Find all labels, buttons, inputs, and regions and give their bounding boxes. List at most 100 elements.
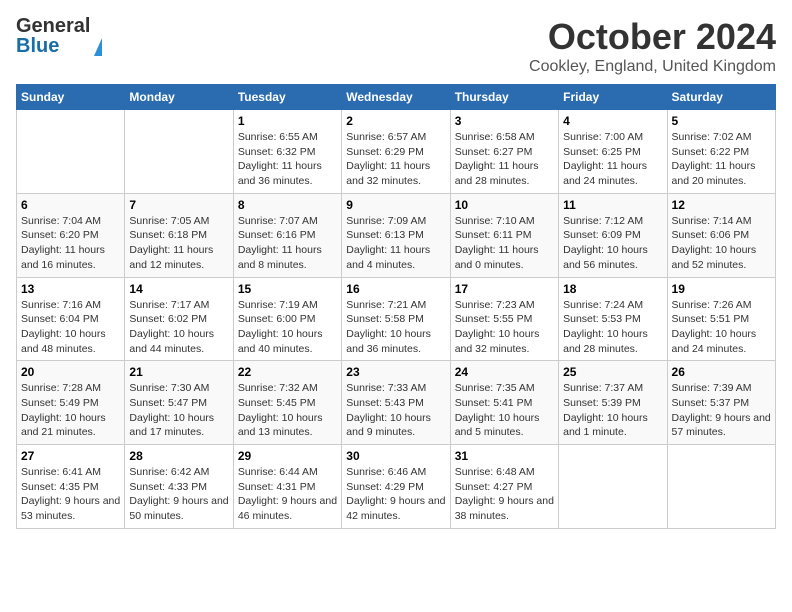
col-header-monday: Monday <box>125 85 233 110</box>
day-number: 28 <box>129 449 228 463</box>
day-number: 20 <box>21 365 120 379</box>
day-info: Sunrise: 6:42 AM Sunset: 4:33 PM Dayligh… <box>129 465 228 524</box>
day-cell: 8Sunrise: 7:07 AM Sunset: 6:16 PM Daylig… <box>233 193 341 277</box>
day-number: 13 <box>21 282 120 296</box>
day-cell: 31 Sunrise: 6:48 AM Sunset: 4:27 PM Dayli… <box>450 445 558 529</box>
day-cell: 9 Sunrise: 7:09 AM Sunset: 6:13 PM Daylig… <box>342 193 450 277</box>
day-info: Sunrise: 7:33 AM Sunset: 5:43 PM Dayligh… <box>346 381 445 440</box>
day-cell: 30 Sunrise: 6:46 AM Sunset: 4:29 PM Dayli… <box>342 445 450 529</box>
logo-word: General Blue <box>16 16 90 56</box>
day-number: 1 <box>238 114 337 128</box>
day-cell: 15 Sunrise: 7:19 AM Sunset: 6:00 PM Dayli… <box>233 277 341 361</box>
day-number: 7 <box>129 198 228 212</box>
day-cell: 29 Sunrise: 6:44 AM Sunset: 4:31 PM Dayli… <box>233 445 341 529</box>
day-number: 11 <box>563 198 662 212</box>
day-cell: 21Sunrise: 7:30 AM Sunset: 5:47 PM Dayli… <box>125 361 233 445</box>
day-number: 29 <box>238 449 337 463</box>
day-number: 22 <box>238 365 337 379</box>
day-number: 6 <box>21 198 120 212</box>
day-info: Sunrise: 6:48 AM Sunset: 4:27 PM Dayligh… <box>455 465 554 524</box>
day-number: 10 <box>455 198 554 212</box>
logo: General Blue <box>16 16 102 56</box>
day-number: 8 <box>238 198 337 212</box>
day-number: 12 <box>672 198 771 212</box>
day-number: 27 <box>21 449 120 463</box>
day-info: Sunrise: 7:35 AM Sunset: 5:41 PM Dayligh… <box>455 381 554 440</box>
day-number: 2 <box>346 114 445 128</box>
col-header-thursday: Thursday <box>450 85 558 110</box>
day-info: Sunrise: 7:19 AM Sunset: 6:00 PM Dayligh… <box>238 298 337 357</box>
day-cell: 17Sunrise: 7:23 AM Sunset: 5:55 PM Dayli… <box>450 277 558 361</box>
week-row-3: 13 Sunrise: 7:16 AM Sunset: 6:04 PM Dayli… <box>17 277 776 361</box>
day-info: Sunrise: 7:09 AM Sunset: 6:13 PM Dayligh… <box>346 214 445 273</box>
day-info: Sunrise: 6:55 AM Sunset: 6:32 PM Dayligh… <box>238 130 337 189</box>
day-cell <box>667 445 775 529</box>
month-title: October 2024 <box>529 16 776 58</box>
day-number: 24 <box>455 365 554 379</box>
day-info: Sunrise: 7:21 AM Sunset: 5:58 PM Dayligh… <box>346 298 445 357</box>
day-info: Sunrise: 6:41 AM Sunset: 4:35 PM Dayligh… <box>21 465 120 524</box>
day-cell: 26 Sunrise: 7:39 AM Sunset: 5:37 PM Dayli… <box>667 361 775 445</box>
day-info: Sunrise: 7:39 AM Sunset: 5:37 PM Dayligh… <box>672 381 771 440</box>
day-info: Sunrise: 7:02 AM Sunset: 6:22 PM Dayligh… <box>672 130 771 189</box>
day-info: Sunrise: 7:12 AM Sunset: 6:09 PM Dayligh… <box>563 214 662 273</box>
day-info: Sunrise: 7:30 AM Sunset: 5:47 PM Dayligh… <box>129 381 228 440</box>
day-info: Sunrise: 6:44 AM Sunset: 4:31 PM Dayligh… <box>238 465 337 524</box>
day-cell: 18 Sunrise: 7:24 AM Sunset: 5:53 PM Dayli… <box>559 277 667 361</box>
day-cell: 2 Sunrise: 6:57 AM Sunset: 6:29 PM Daylig… <box>342 110 450 194</box>
week-row-4: 20 Sunrise: 7:28 AM Sunset: 5:49 PM Dayli… <box>17 361 776 445</box>
week-row-2: 6 Sunrise: 7:04 AM Sunset: 6:20 PM Daylig… <box>17 193 776 277</box>
day-cell: 3 Sunrise: 6:58 AM Sunset: 6:27 PM Daylig… <box>450 110 558 194</box>
day-info: Sunrise: 7:14 AM Sunset: 6:06 PM Dayligh… <box>672 214 771 273</box>
day-cell: 23 Sunrise: 7:33 AM Sunset: 5:43 PM Dayli… <box>342 361 450 445</box>
day-cell: 22Sunrise: 7:32 AM Sunset: 5:45 PM Dayli… <box>233 361 341 445</box>
day-number: 25 <box>563 365 662 379</box>
week-row-1: 1 Sunrise: 6:55 AM Sunset: 6:32 PM Daylig… <box>17 110 776 194</box>
day-info: Sunrise: 6:57 AM Sunset: 6:29 PM Dayligh… <box>346 130 445 189</box>
week-row-5: 27 Sunrise: 6:41 AM Sunset: 4:35 PM Dayli… <box>17 445 776 529</box>
day-number: 26 <box>672 365 771 379</box>
day-number: 17 <box>455 282 554 296</box>
day-number: 31 <box>455 449 554 463</box>
day-info: Sunrise: 7:28 AM Sunset: 5:49 PM Dayligh… <box>21 381 120 440</box>
day-cell <box>17 110 125 194</box>
day-info: Sunrise: 7:37 AM Sunset: 5:39 PM Dayligh… <box>563 381 662 440</box>
day-info: Sunrise: 6:58 AM Sunset: 6:27 PM Dayligh… <box>455 130 554 189</box>
day-number: 15 <box>238 282 337 296</box>
day-cell: 11 Sunrise: 7:12 AM Sunset: 6:09 PM Dayli… <box>559 193 667 277</box>
day-info: Sunrise: 7:17 AM Sunset: 6:02 PM Dayligh… <box>129 298 228 357</box>
day-cell <box>125 110 233 194</box>
day-cell: 1 Sunrise: 6:55 AM Sunset: 6:32 PM Daylig… <box>233 110 341 194</box>
day-number: 9 <box>346 198 445 212</box>
day-cell: 24 Sunrise: 7:35 AM Sunset: 5:41 PM Dayli… <box>450 361 558 445</box>
col-header-wednesday: Wednesday <box>342 85 450 110</box>
col-header-sunday: Sunday <box>17 85 125 110</box>
day-info: Sunrise: 7:10 AM Sunset: 6:11 PM Dayligh… <box>455 214 554 273</box>
day-cell: 25 Sunrise: 7:37 AM Sunset: 5:39 PM Dayli… <box>559 361 667 445</box>
day-cell: 13 Sunrise: 7:16 AM Sunset: 6:04 PM Dayli… <box>17 277 125 361</box>
day-cell: 7 Sunrise: 7:05 AM Sunset: 6:18 PM Daylig… <box>125 193 233 277</box>
day-info: Sunrise: 7:04 AM Sunset: 6:20 PM Dayligh… <box>21 214 120 273</box>
day-number: 30 <box>346 449 445 463</box>
day-number: 16 <box>346 282 445 296</box>
day-info: Sunrise: 7:24 AM Sunset: 5:53 PM Dayligh… <box>563 298 662 357</box>
day-number: 3 <box>455 114 554 128</box>
logo-general: General <box>16 16 90 36</box>
page-header: General Blue October 2024 Cookley, Engla… <box>16 16 776 76</box>
day-number: 19 <box>672 282 771 296</box>
day-number: 18 <box>563 282 662 296</box>
col-header-friday: Friday <box>559 85 667 110</box>
day-number: 23 <box>346 365 445 379</box>
day-info: Sunrise: 7:05 AM Sunset: 6:18 PM Dayligh… <box>129 214 228 273</box>
calendar-table: SundayMondayTuesdayWednesdayThursdayFrid… <box>16 84 776 529</box>
logo-blue: Blue <box>16 36 90 56</box>
day-info: Sunrise: 6:46 AM Sunset: 4:29 PM Dayligh… <box>346 465 445 524</box>
day-number: 4 <box>563 114 662 128</box>
logo-arrow-icon <box>94 38 102 56</box>
day-cell: 10 Sunrise: 7:10 AM Sunset: 6:11 PM Dayli… <box>450 193 558 277</box>
day-cell: 6 Sunrise: 7:04 AM Sunset: 6:20 PM Daylig… <box>17 193 125 277</box>
day-cell: 16 Sunrise: 7:21 AM Sunset: 5:58 PM Dayli… <box>342 277 450 361</box>
day-cell: 4Sunrise: 7:00 AM Sunset: 6:25 PM Daylig… <box>559 110 667 194</box>
day-cell: 27 Sunrise: 6:41 AM Sunset: 4:35 PM Dayli… <box>17 445 125 529</box>
day-info: Sunrise: 7:16 AM Sunset: 6:04 PM Dayligh… <box>21 298 120 357</box>
